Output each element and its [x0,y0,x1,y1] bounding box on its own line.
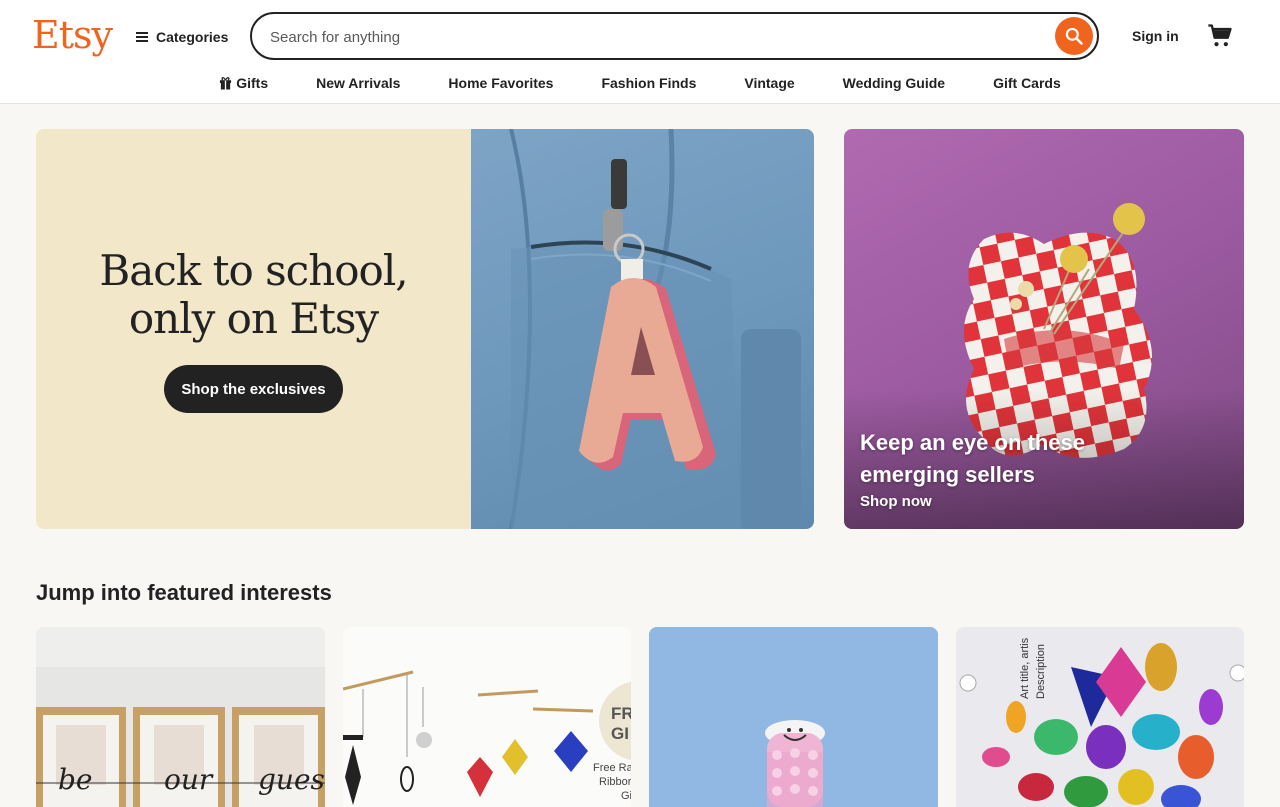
card-script-word: our [164,763,214,796]
featured-interests-title: Jump into featured interests [36,580,332,605]
mobiles-image: FR GI Free Ra Ribbor Gi [343,627,631,807]
nav-item-vintage[interactable]: Vintage [720,72,818,94]
card-free-text: FR [611,704,631,723]
nav-item-label: Gifts [236,75,269,91]
etsy-logo[interactable]: Etsy [32,13,113,57]
search-icon [1065,27,1083,45]
categories-label: Categories [156,29,229,45]
search-input[interactable] [270,26,1030,48]
hero-title-line: only on Etsy [128,294,379,343]
hero-title: Back to school, only on Etsy [36,247,471,343]
card-free-text: Ribbor [599,776,631,788]
hero-banner: Back to school, only on Etsy Shop the ex… [36,129,814,529]
hero-title-line: Back to school, [99,246,408,295]
cart-button[interactable] [1206,22,1234,50]
featured-card-fidget-toy[interactable] [649,627,938,807]
emerging-sellers-promo[interactable]: Keep an eye on these emerging sellers Sh… [844,129,1244,529]
backpack-keychain-illustration [509,129,801,529]
search-bar [250,12,1099,60]
rhinestones-image: Art title, artis Description [956,627,1244,807]
card-caption-text: Art title, artis [1019,637,1031,699]
site-header: Etsy Categories Sign in [0,0,1280,104]
nav-item-label: Wedding Guide [842,75,946,91]
gift-icon [220,77,232,90]
search-button[interactable] [1055,17,1093,55]
nav-item-label: Home Favorites [448,75,554,91]
shop-now-link[interactable]: Shop now [860,493,932,510]
nav-item-home-favorites[interactable]: Home Favorites [424,72,577,94]
featured-card-rhinestones[interactable]: Art title, artis Description [956,627,1244,807]
nav-item-wedding-guide[interactable]: Wedding Guide [819,72,969,94]
shop-exclusives-button[interactable]: Shop the exclusives [164,365,343,413]
card-free-text: Free Ra [593,762,631,774]
card-free-text: GI [611,724,629,743]
nav-item-label: Vintage [744,75,795,91]
card-script-word: guest [258,763,325,796]
nav-item-gifts[interactable]: Gifts [195,72,292,94]
card-caption-text: Description [1035,644,1047,699]
card-free-text: Gi [621,790,631,802]
nav-item-fashion-finds[interactable]: Fashion Finds [577,72,720,94]
featured-card-wedding-signs[interactable]: be our guest [36,627,325,807]
cart-icon [1208,24,1232,47]
promo-title: Keep an eye on these emerging sellers [860,430,1085,487]
nav-item-label: New Arrivals [316,75,401,91]
nav-item-label: Gift Cards [993,75,1061,91]
featured-card-mobiles[interactable]: FR GI Free Ra Ribbor Gi [343,627,631,807]
categories-button[interactable]: Categories [136,24,228,50]
nav-item-new-arrivals[interactable]: New Arrivals [292,72,424,94]
fidget-toy-image [649,627,938,807]
wedding-signs-image: be our guest [36,627,325,807]
nav-item-label: Fashion Finds [601,75,697,91]
card-script-word: be [58,763,93,796]
menu-icon [136,32,148,42]
category-nav: Gifts New Arrivals Home Favorites Fashio… [0,72,1280,94]
sign-in-link[interactable]: Sign in [1132,28,1179,44]
nav-item-gift-cards[interactable]: Gift Cards [969,72,1085,94]
hero-image-backpack[interactable] [471,129,814,529]
